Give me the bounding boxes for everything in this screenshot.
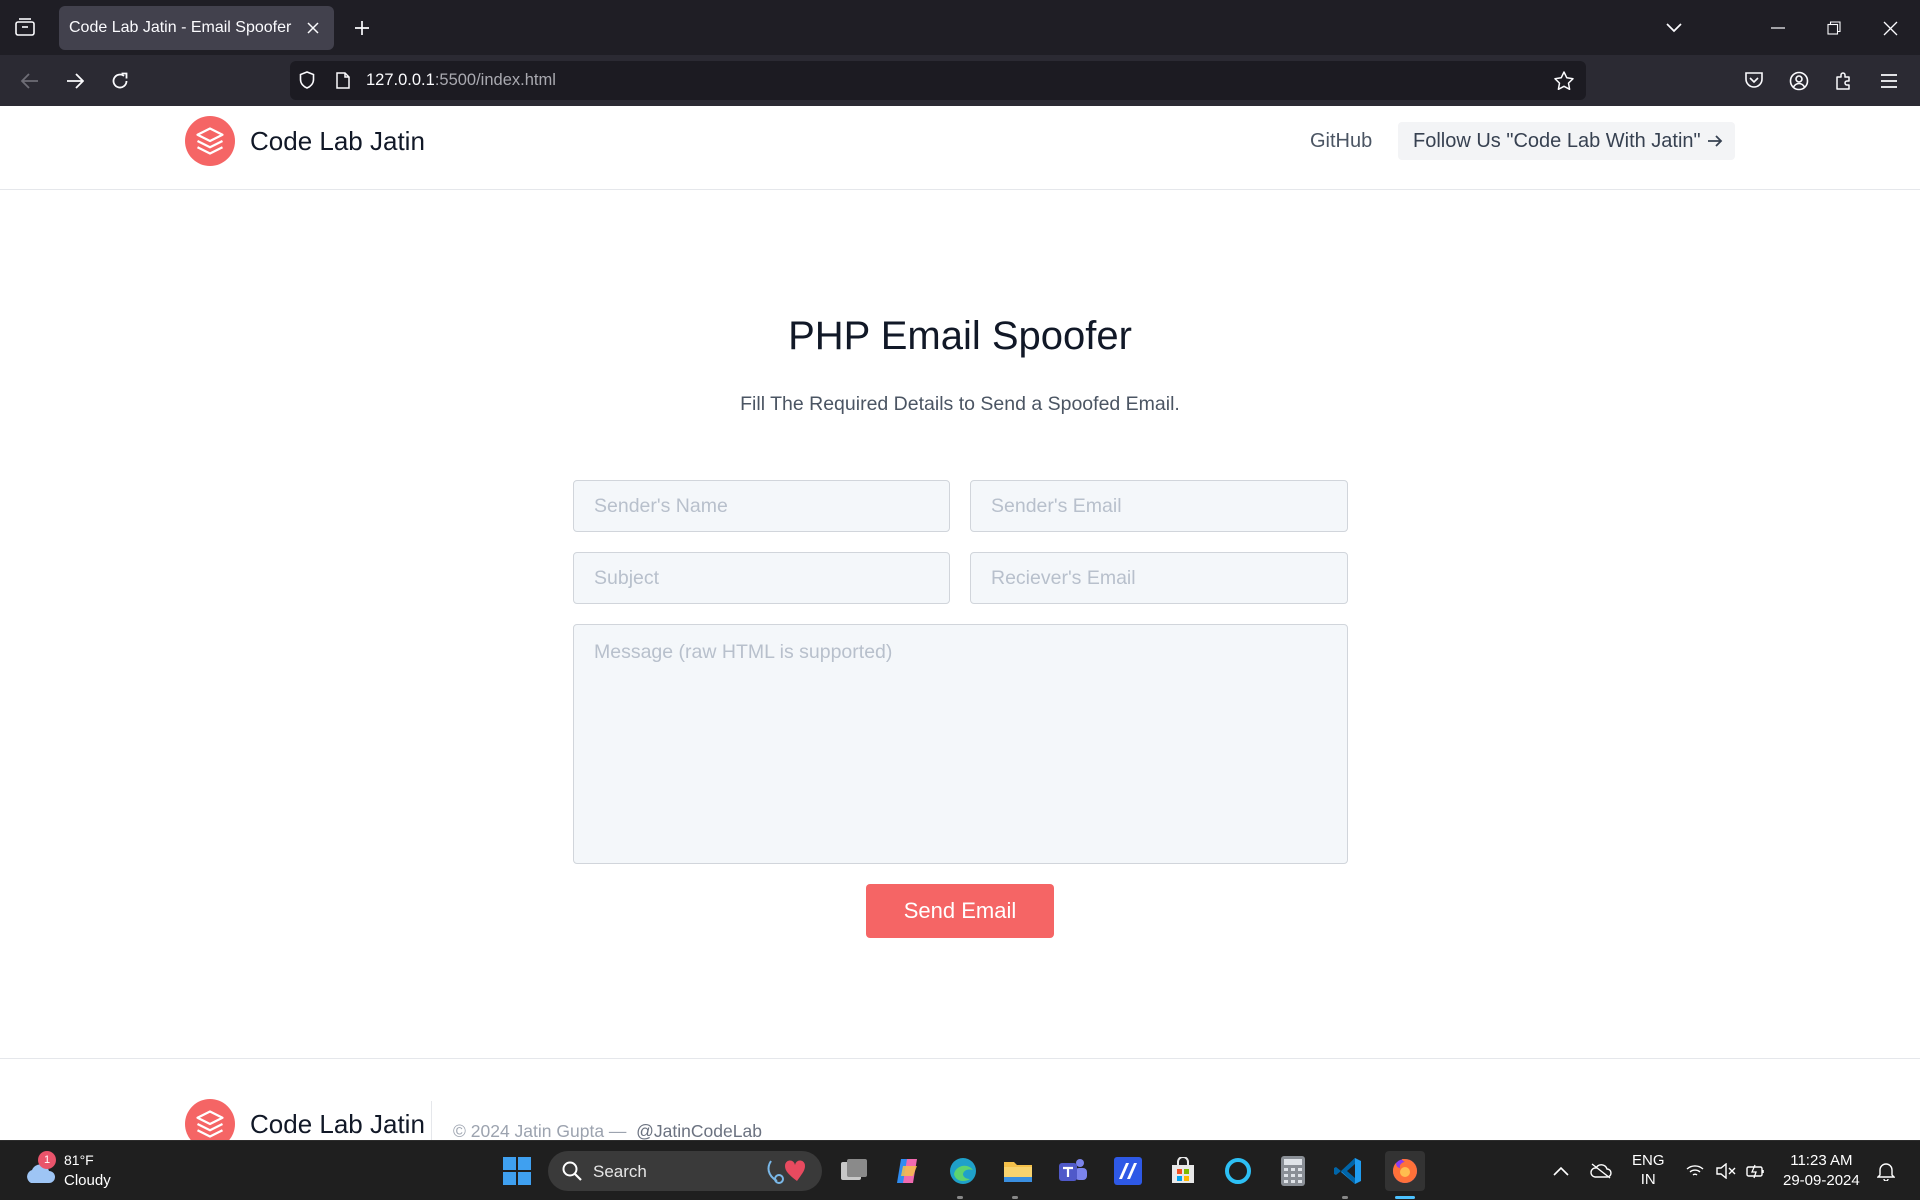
twitter-handle-link[interactable]: @JatinCodeLab — [636, 1121, 762, 1140]
region-code: IN — [1640, 1171, 1656, 1188]
restore-icon[interactable] — [1818, 12, 1850, 44]
weather-temp: 81°F — [64, 1152, 94, 1168]
web-page: Code Lab Jatin GitHub Follow Us "Code La… — [0, 106, 1920, 1140]
teams-icon[interactable] — [1055, 1153, 1091, 1189]
windows-start-icon[interactable] — [499, 1153, 535, 1189]
windows-taskbar: 1 81°F Cloudy Search ENG IN 11:23 AM 29-… — [0, 1140, 1920, 1200]
url-text: 127.0.0.1:5500/index.html — [366, 71, 556, 90]
account-icon[interactable] — [1784, 66, 1814, 96]
vscode-running-indicator — [1342, 1196, 1348, 1199]
clock-date: 29-09-2024 — [1783, 1172, 1860, 1189]
battery-charging-icon[interactable] — [1741, 1153, 1771, 1189]
tab-close-icon[interactable] — [302, 17, 324, 39]
footer-brand-name[interactable]: Code Lab Jatin — [250, 1109, 425, 1140]
brand-name[interactable]: Code Lab Jatin — [250, 126, 425, 157]
url-host: 127.0.0.1 — [366, 71, 435, 89]
firefox-active-indicator — [1395, 1196, 1415, 1199]
store-icon[interactable] — [1165, 1153, 1201, 1189]
follow-us-label: Follow Us "Code Lab With Jatin" — [1413, 129, 1701, 152]
sender-email-input[interactable] — [970, 480, 1348, 532]
footer-divider — [431, 1101, 432, 1140]
file-explorer-icon[interactable] — [1000, 1153, 1036, 1189]
bookmark-star-icon[interactable] — [1553, 69, 1575, 91]
browser-tab-bar: Code Lab Jatin - Email Spoofer — [0, 0, 1920, 55]
chevron-up-icon[interactable] — [1545, 1153, 1577, 1189]
github-link[interactable]: GitHub — [1310, 130, 1372, 153]
firefox-icon[interactable] — [1385, 1151, 1425, 1191]
wifi-icon[interactable] — [1680, 1153, 1710, 1189]
calculator-icon[interactable] — [1275, 1153, 1311, 1189]
search-icon — [562, 1161, 582, 1181]
weather-widget[interactable]: 1 81°F Cloudy — [20, 1149, 130, 1193]
arrow-right-icon — [1707, 135, 1722, 147]
edge-icon[interactable] — [945, 1153, 981, 1189]
site-footer: Code Lab Jatin © 2024 Jatin Gupta — @Jat… — [0, 1058, 1920, 1140]
footer-logo-layers-icon[interactable] — [185, 1099, 235, 1140]
receiver-email-input[interactable] — [970, 552, 1348, 604]
message-textarea[interactable] — [573, 624, 1348, 864]
forward-icon[interactable] — [60, 66, 90, 96]
tab-list-icon[interactable] — [12, 14, 38, 40]
new-tab-icon[interactable] — [348, 14, 376, 42]
edge-running-indicator — [957, 1196, 963, 1199]
send-email-button[interactable]: Send Email — [866, 884, 1054, 938]
menu-icon[interactable] — [1874, 66, 1904, 96]
page-icon[interactable] — [332, 69, 354, 91]
pocket-icon[interactable] — [1739, 66, 1769, 96]
subject-input[interactable] — [573, 552, 950, 604]
site-header: Code Lab Jatin GitHub Follow Us "Code La… — [0, 106, 1920, 190]
minimize-icon[interactable] — [1762, 12, 1794, 44]
search-label: Search — [593, 1162, 647, 1181]
search-highlight-icon — [767, 1160, 806, 1184]
onedrive-off-icon[interactable] — [1585, 1153, 1617, 1189]
vscode-icon[interactable] — [1330, 1153, 1366, 1189]
explorer-running-indicator — [1012, 1196, 1018, 1199]
url-path: :5500/index.html — [434, 71, 556, 89]
taskbar-search[interactable]: Search — [548, 1151, 822, 1191]
clock-time: 11:23 AM — [1790, 1152, 1853, 1169]
browser-nav-bar: 127.0.0.1:5500/index.html — [0, 55, 1920, 106]
notification-badge: 1 — [38, 1151, 56, 1169]
browser-tab-active[interactable]: Code Lab Jatin - Email Spoofer — [59, 6, 334, 50]
reload-icon[interactable] — [105, 66, 135, 96]
volume-muted-icon[interactable] — [1711, 1153, 1741, 1189]
language-indicator[interactable]: ENG IN — [1632, 1151, 1665, 1189]
logo-layers-icon[interactable] — [185, 116, 235, 166]
page-title: PHP Email Spoofer — [788, 314, 1132, 358]
close-window-icon[interactable] — [1874, 12, 1906, 44]
page-subtitle: Fill The Required Details to Send a Spoo… — [740, 393, 1180, 415]
weather-condition: Cloudy — [64, 1172, 111, 1189]
task-view-icon[interactable] — [836, 1153, 872, 1189]
clock[interactable]: 11:23 AM 29-09-2024 — [1783, 1151, 1860, 1191]
url-bar[interactable]: 127.0.0.1:5500/index.html — [290, 61, 1586, 100]
app-icon-blue[interactable] — [1110, 1153, 1146, 1189]
language-code: ENG — [1632, 1152, 1665, 1169]
back-icon[interactable] — [15, 66, 45, 96]
cortana-icon[interactable] — [1220, 1153, 1256, 1189]
extensions-icon[interactable] — [1829, 66, 1859, 96]
copilot-icon[interactable] — [890, 1153, 926, 1189]
copyright-text: © 2024 Jatin Gupta — @JatinCodeLab — [453, 1121, 762, 1140]
chevron-down-icon[interactable] — [1660, 14, 1688, 42]
follow-us-button[interactable]: Follow Us "Code Lab With Jatin" — [1398, 122, 1735, 160]
notification-bell-icon[interactable] — [1870, 1153, 1902, 1189]
copyright-owner: © 2024 Jatin Gupta — — [453, 1121, 627, 1140]
tab-title: Code Lab Jatin - Email Spoofer — [69, 19, 292, 36]
shield-icon[interactable] — [296, 69, 318, 91]
sender-name-input[interactable] — [573, 480, 950, 532]
